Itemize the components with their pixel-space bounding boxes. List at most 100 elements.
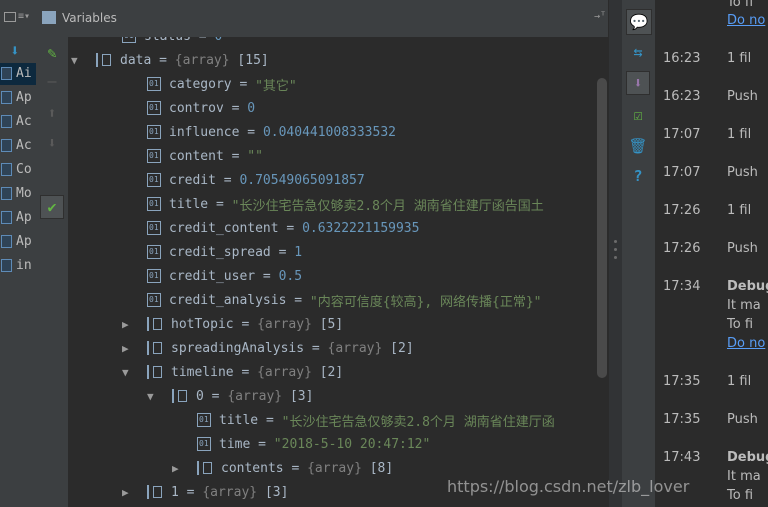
variable-row[interactable]: credit = 0.70549065091857 — [147, 168, 365, 192]
variable-name: credit_spread — [169, 244, 271, 260]
event-time: 17:35 — [663, 374, 701, 389]
settings-dropdown-icon[interactable]: ≡▾ — [18, 11, 30, 22]
frame-item[interactable]: Co — [0, 159, 36, 181]
variable-name: hotTopic — [171, 316, 234, 332]
variable-row[interactable]: ▶ hotTopic = {array} [5] — [122, 312, 343, 336]
event-title: Debug — [727, 279, 768, 294]
frame-label: Ac — [16, 114, 32, 129]
variable-type: {array} — [227, 388, 283, 404]
variable-type: {array} — [174, 52, 230, 68]
restore-layout-icon[interactable] — [4, 12, 16, 22]
frame-item[interactable]: in — [0, 255, 36, 277]
variables-panel-header: ≡▾ Variables →ᵀ — [0, 0, 615, 38]
variable-row[interactable]: ▶ 1 = {array} [3] — [122, 480, 288, 504]
step-into-icon[interactable]: ⬇ — [10, 41, 20, 60]
frame-item[interactable]: Ap — [0, 231, 36, 253]
frame-item[interactable]: Ai — [0, 63, 36, 85]
variable-value: 0 — [247, 100, 256, 116]
variable-row[interactable]: credit_content = 0.6322221159935 — [147, 216, 419, 240]
clear-all-icon[interactable]: 🗑 — [626, 134, 650, 158]
event-text: 1 fil — [727, 374, 752, 389]
soft-wrap-icon[interactable]: ⇆ — [626, 40, 650, 64]
variable-row[interactable]: title = "长沙住宅告急仅够卖2.8个月 湖南省住建厅函告国土 — [147, 192, 544, 216]
variable-row[interactable]: credit_user = 0.5 — [147, 264, 302, 288]
frame-label: Ac — [16, 138, 32, 153]
variable-name: timeline — [171, 364, 234, 380]
move-down-icon[interactable]: ⬇ — [40, 131, 64, 155]
variable-name: credit — [169, 172, 216, 188]
mark-all-read-icon[interactable]: ☑ — [626, 103, 650, 127]
collapse-arrow-icon[interactable]: ▼ — [147, 390, 159, 403]
frame-label: Ai — [16, 66, 32, 81]
field-icon — [147, 125, 161, 139]
expand-arrow-icon[interactable]: ▶ — [122, 486, 134, 499]
variable-row[interactable]: time = "2018-5-10 20:47:12" — [197, 432, 430, 456]
variable-row[interactable]: credit_spread = 1 — [147, 240, 302, 264]
variable-row[interactable]: ▼ data = {array} [15] — [71, 48, 269, 72]
pin-icon[interactable]: →ᵀ — [594, 11, 606, 22]
frame-item[interactable]: Ac — [0, 135, 36, 157]
variable-row[interactable]: ▶ contents = {array} [8] — [172, 456, 393, 480]
variable-name: 0 — [196, 388, 204, 404]
event-link[interactable]: Do no — [727, 336, 765, 351]
expand-arrow-icon[interactable]: ▶ — [172, 462, 184, 475]
variable-value: "2018-5-10 20:47:12" — [273, 436, 431, 452]
variable-row[interactable]: status = 0 — [122, 37, 222, 48]
help-icon[interactable]: ? — [626, 164, 650, 188]
method-icon — [1, 115, 12, 128]
variable-row[interactable]: content = "" — [147, 144, 263, 168]
variable-row[interactable]: category = "其它" — [147, 72, 297, 96]
event-text: 1 fil — [727, 203, 752, 218]
variable-row[interactable]: credit_analysis = "内容可信度{较高}, 网络传播{正常}" — [147, 288, 542, 312]
event-text: To fi — [727, 0, 754, 10]
collapse-arrow-icon[interactable]: ▼ — [71, 54, 83, 67]
collapse-arrow-icon[interactable]: ▼ — [122, 366, 134, 379]
equals-sign: = — [304, 340, 328, 356]
equals-sign: = — [258, 412, 282, 428]
variable-row[interactable]: influence = 0.040441008333532 — [147, 120, 396, 144]
remove-watch-icon[interactable]: — — [40, 69, 64, 93]
event-text: To fi — [727, 317, 754, 332]
array-icon — [172, 388, 188, 404]
variables-panel-title: Variables — [62, 11, 117, 25]
array-icon — [147, 364, 163, 380]
field-icon — [147, 245, 161, 259]
frame-item[interactable]: Mo — [0, 183, 36, 205]
frame-item[interactable]: Ap — [0, 207, 36, 229]
show-watches-toggle-icon[interactable]: ✔ — [40, 195, 64, 219]
frame-label: Ap — [16, 234, 32, 249]
variable-row[interactable]: ▼ 0 = {array} [3] — [147, 384, 313, 408]
event-text: It ma — [727, 298, 761, 313]
variable-type: {array} — [202, 484, 258, 500]
variable-name: 1 — [171, 484, 179, 500]
variable-name: category — [169, 76, 232, 92]
expand-arrow-icon[interactable]: ▶ — [122, 342, 134, 355]
variable-name: title — [219, 412, 259, 428]
field-icon — [122, 37, 136, 43]
equals-sign: = — [255, 268, 279, 284]
variable-row[interactable]: ▼ timeline = {array} [2] — [122, 360, 343, 384]
variable-row[interactable]: controv = 0 — [147, 96, 255, 120]
field-icon — [147, 269, 161, 283]
variable-row[interactable]: ▶ spreadingAnalysis = {array} [2] — [122, 336, 414, 360]
equals-sign: = — [208, 196, 232, 212]
chat-bubble-icon[interactable]: 💬 — [626, 9, 652, 35]
variable-name: controv — [169, 100, 224, 116]
method-icon — [1, 187, 12, 200]
equals-sign: = — [151, 52, 175, 68]
expand-arrow-icon[interactable]: ▶ — [122, 318, 134, 331]
event-time: 17:34 — [663, 279, 701, 294]
variable-row[interactable]: title = "长沙住宅告急仅够卖2.8个月 湖南省住建厅函 — [197, 408, 555, 432]
event-link[interactable]: Do no — [727, 13, 765, 28]
equals-sign: = — [286, 292, 310, 308]
vertical-scrollbar[interactable] — [597, 78, 607, 378]
evaluate-expression-icon[interactable]: ✎ — [40, 41, 64, 65]
frame-item[interactable]: Ap — [0, 87, 36, 109]
event-text: To fi — [727, 488, 754, 503]
scroll-to-end-icon[interactable]: ⬇ — [626, 71, 650, 95]
variable-name: credit_user — [169, 268, 256, 284]
event-time: 16:23 — [663, 89, 701, 104]
move-up-icon[interactable]: ⬆ — [40, 101, 64, 125]
frame-item[interactable]: Ac — [0, 111, 36, 133]
variable-type: {array} — [257, 364, 312, 380]
